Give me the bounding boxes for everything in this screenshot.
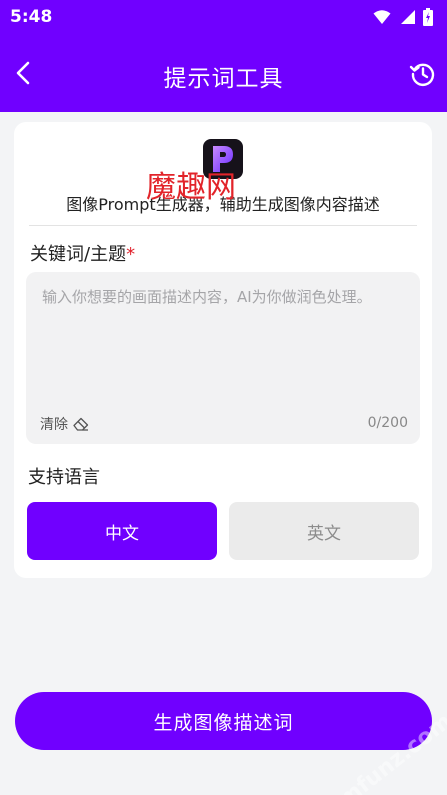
status-time: 5:48 xyxy=(10,7,53,27)
keyword-input-box: 清除 0/200 xyxy=(26,272,420,444)
battery-icon xyxy=(423,8,433,26)
status-bar: 5:48 xyxy=(0,0,447,34)
status-icons xyxy=(373,8,433,26)
page-title: 提示词工具 xyxy=(163,66,284,92)
language-label: 支持语言 xyxy=(28,467,100,488)
language-option-english[interactable]: 英文 xyxy=(229,502,419,560)
char-counter: 0/200 xyxy=(367,415,408,431)
tool-description: 图像Prompt生成器，辅助生成图像内容描述 xyxy=(66,195,380,214)
language-option-chinese[interactable]: 中文 xyxy=(27,502,217,560)
clear-label: 清除 xyxy=(40,417,68,433)
app-header: 提示词工具 xyxy=(0,34,447,112)
history-icon xyxy=(409,63,435,86)
keyword-input[interactable] xyxy=(40,284,406,404)
eraser-icon xyxy=(73,417,89,431)
prompt-logo xyxy=(203,139,243,179)
keyword-label: 关键词/主题* xyxy=(30,240,135,266)
logo-letter-icon xyxy=(213,146,233,172)
signal-icon xyxy=(401,10,415,24)
divider xyxy=(29,225,417,226)
screen: 5:48 提示词工具 图像Prompt生成器，辅助生成图像内容描述 关键词/主题… xyxy=(0,0,447,795)
tool-card: 图像Prompt生成器，辅助生成图像内容描述 关键词/主题* 清除 0/200 … xyxy=(14,122,432,578)
keyword-label-text: 关键词/主题 xyxy=(30,244,127,265)
required-mark: * xyxy=(126,244,136,265)
generate-button[interactable]: 生成图像描述词 xyxy=(15,692,432,750)
history-button[interactable] xyxy=(407,58,439,90)
wifi-icon xyxy=(373,10,391,24)
clear-button[interactable]: 清除 xyxy=(40,414,89,434)
